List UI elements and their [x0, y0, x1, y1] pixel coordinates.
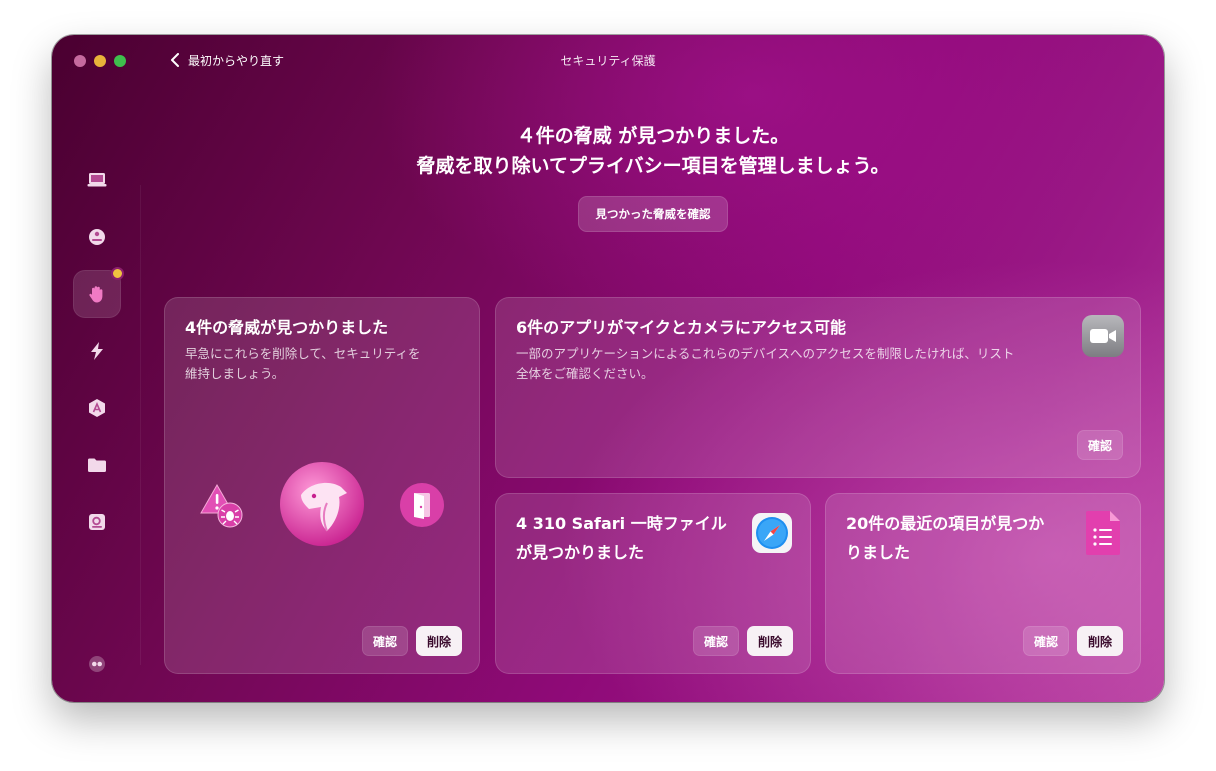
document-list-icon [1086, 511, 1120, 555]
safari-delete-button[interactable]: 削除 [747, 626, 793, 656]
threats-desc-line-1: 早急にこれらを削除して、セキュリティを [185, 346, 421, 361]
recent-items-card: 20件の最近の項目が見つか りました 確認 削除 [825, 493, 1141, 674]
sidebar-item-cleanup[interactable] [73, 213, 121, 261]
my-clutter-folder-icon [88, 458, 106, 472]
headline-line-1: ４件の脅威 が見つかりました。 [516, 125, 790, 147]
sidebar [52, 35, 142, 702]
safari-title-line-2: が見つかりました [516, 543, 645, 562]
sidebar-item-performance[interactable] [73, 327, 121, 375]
sidebar-item-smart-care[interactable] [73, 156, 121, 204]
cleanup-icon [89, 229, 105, 245]
threats-card-description: 早急にこれらを削除して、セキュリティを 維持しましょう。 [185, 344, 421, 384]
threats-card-title: 4件の脅威が見つかりました [185, 318, 389, 337]
headline-line-2: 脅威を取り除いてプライバシー項目を管理しましょう。 [416, 155, 890, 177]
mic-camera-card: 6件のアプリがマイクとカメラにアクセス可能 一部のアプリケーションによるこれらの… [495, 297, 1141, 478]
sidebar-divider [140, 185, 141, 665]
sidebar-item-space-lens[interactable] [73, 498, 121, 546]
results-headline: ４件の脅威 が見つかりました。 脅威を取り除いてプライバシー項目を管理しましょう… [142, 121, 1164, 181]
threats-card: 4件の脅威が見つかりました 早急にこれらを削除して、セキュリティを 維持しましょ… [164, 297, 480, 674]
threats-delete-button[interactable]: 削除 [416, 626, 462, 656]
protection-hand-icon [89, 286, 103, 303]
sidebar-item-applications[interactable] [73, 384, 121, 432]
mic-camera-card-description: 一部のアプリケーションによるこれらのデバイスへのアクセスを制限したければ、リスト… [516, 344, 1014, 384]
recent-title-line-1: 20件の最近の項目が見つか [846, 514, 1045, 533]
smart-care-icon [87, 173, 107, 187]
review-threats-button[interactable]: 見つかった脅威を確認 [578, 196, 728, 232]
safari-compass-icon [752, 513, 792, 553]
recent-card-title: 20件の最近の項目が見つか りました [846, 509, 1044, 567]
mic-camera-review-button[interactable]: 確認 [1077, 430, 1123, 460]
threats-review-button[interactable]: 確認 [362, 626, 408, 656]
recent-title-line-2: りました [846, 543, 911, 562]
threats-desc-line-2: 維持しましょう。 [185, 366, 285, 381]
recent-delete-button[interactable]: 削除 [1077, 626, 1123, 656]
safari-card-title: 4 310 Safari 一時ファイル が見つかりました [516, 509, 727, 567]
mic-camera-desc-line-2: 全体をご確認ください。 [516, 366, 654, 381]
sidebar-item-protection[interactable] [73, 267, 124, 318]
malware-warning-icon [200, 483, 243, 528]
recent-review-button[interactable]: 確認 [1023, 626, 1069, 656]
performance-icon [91, 342, 103, 360]
safari-title-line-1: 4 310 Safari 一時ファイル [516, 514, 727, 533]
privacy-door-icon [400, 483, 444, 527]
applications-icon [89, 399, 105, 417]
video-camera-icon [1082, 315, 1124, 357]
app-window: 最初からやり直す セキュリティ保護 ４件の脅威 が見つかりました。 脅威を取り除… [52, 35, 1164, 702]
window-title: セキュリティ保護 [560, 54, 656, 68]
space-lens-icon [89, 514, 105, 530]
sidebar-item-my-clutter[interactable] [73, 441, 121, 489]
mic-camera-card-title: 6件のアプリがマイクとカメラにアクセス可能 [516, 318, 847, 337]
safari-temp-files-card: 4 310 Safari 一時ファイル が見つかりました 確認 削除 [495, 493, 811, 674]
shield-horse-logo-icon [280, 462, 364, 546]
mic-camera-desc-line-1: 一部のアプリケーションによるこれらのデバイスへのアクセスを制限したければ、リスト [516, 346, 1015, 361]
safari-review-button[interactable]: 確認 [693, 626, 739, 656]
assistant-button[interactable] [73, 640, 121, 688]
assistant-icon [89, 656, 105, 672]
notification-badge [111, 267, 124, 280]
